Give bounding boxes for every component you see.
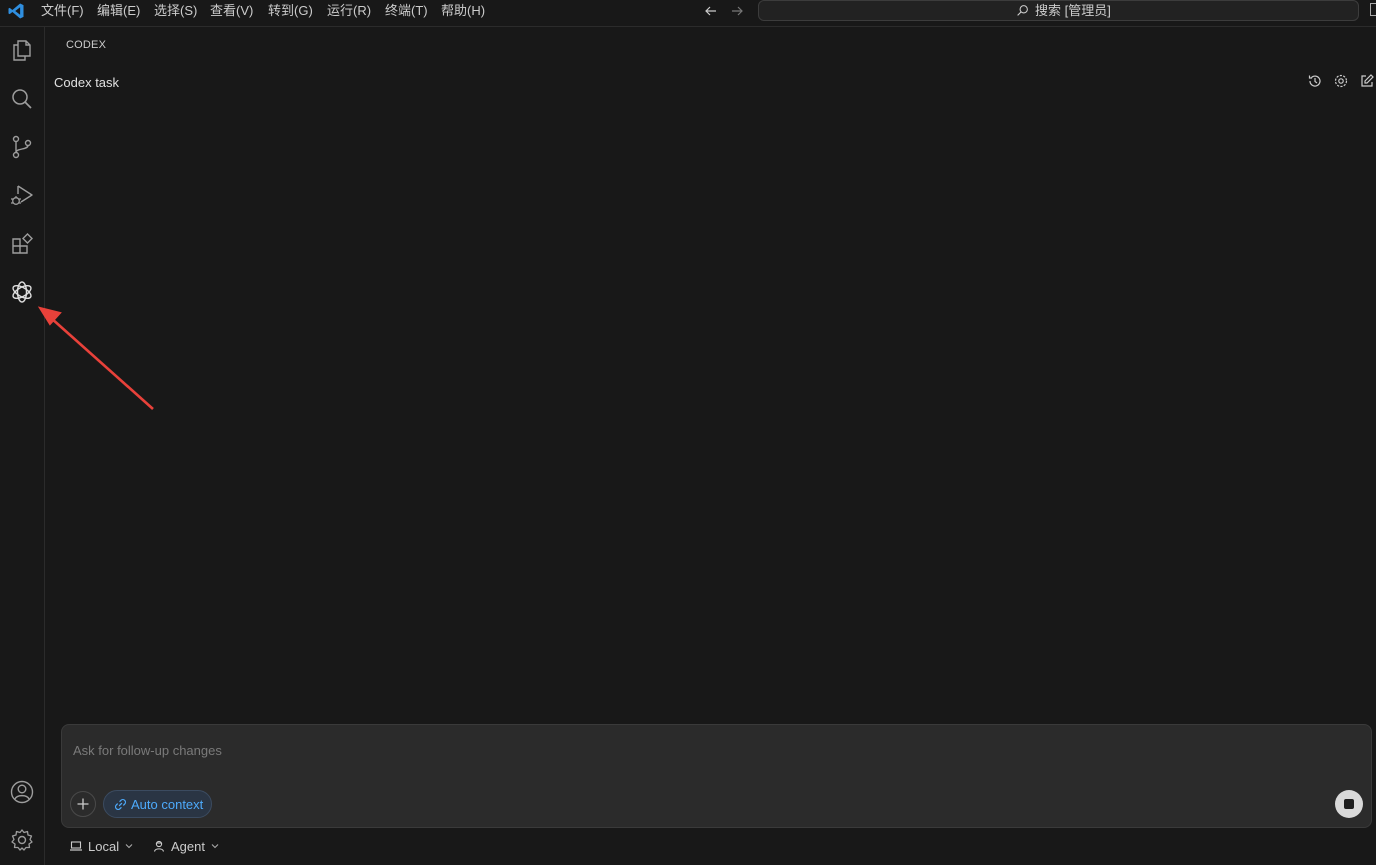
back-arrow-icon[interactable] bbox=[703, 3, 719, 19]
account-icon[interactable] bbox=[9, 779, 35, 805]
environment-selector[interactable]: Local bbox=[69, 838, 134, 854]
task-title: Codex task bbox=[54, 75, 120, 90]
menu-go[interactable]: 转到(G) bbox=[268, 2, 313, 20]
panel-title: CODEX bbox=[66, 39, 107, 51]
agent-icon bbox=[153, 840, 165, 852]
codex-panel: CODEX Codex task Auto context Local Agen… bbox=[46, 27, 1376, 865]
stop-icon bbox=[1344, 799, 1354, 809]
forward-arrow-icon[interactable] bbox=[729, 3, 745, 19]
auto-context-label: Auto context bbox=[131, 796, 204, 812]
history-icon[interactable] bbox=[1307, 73, 1323, 89]
openai-icon[interactable] bbox=[9, 279, 35, 305]
auto-context-chip[interactable]: Auto context bbox=[103, 790, 213, 818]
search-icon bbox=[1017, 5, 1028, 16]
stop-button[interactable] bbox=[1335, 790, 1363, 818]
menu-edit[interactable]: 编辑(E) bbox=[97, 2, 140, 20]
agent-mode-selector[interactable]: Agent bbox=[152, 838, 220, 854]
explorer-icon[interactable] bbox=[9, 37, 35, 63]
run-debug-icon[interactable] bbox=[9, 182, 35, 208]
menu-selection[interactable]: 选择(S) bbox=[154, 2, 197, 20]
menu-help[interactable]: 帮助(H) bbox=[441, 2, 485, 20]
settings-gear-icon[interactable] bbox=[9, 827, 35, 853]
environment-label: Local bbox=[88, 838, 120, 854]
add-attachment-button[interactable] bbox=[70, 791, 96, 817]
link-icon bbox=[114, 798, 127, 810]
extensions-icon[interactable] bbox=[9, 231, 35, 257]
menu-view[interactable]: 查看(V) bbox=[210, 2, 253, 20]
settings-icon[interactable] bbox=[1333, 73, 1349, 89]
command-center-search[interactable]: 搜索 [管理员] bbox=[758, 0, 1359, 21]
chevron-down-icon bbox=[125, 844, 133, 849]
layout-toggle-icon[interactable] bbox=[1370, 3, 1376, 16]
search-label: 搜索 [管理员] bbox=[1035, 3, 1111, 18]
menu-terminal[interactable]: 终端(T) bbox=[385, 2, 428, 20]
chevron-down-icon bbox=[211, 844, 219, 849]
follow-up-input[interactable] bbox=[73, 741, 1273, 759]
menu-run[interactable]: 运行(R) bbox=[327, 2, 371, 20]
vscode-logo-icon bbox=[8, 3, 24, 19]
source-control-icon[interactable] bbox=[9, 134, 35, 160]
title-bar: 文件(F) 编辑(E) 选择(S) 查看(V) 转到(G) 运行(R) 终端(T… bbox=[0, 0, 1376, 27]
composer: Auto context bbox=[61, 724, 1372, 828]
search-icon[interactable] bbox=[9, 86, 35, 112]
plus-icon bbox=[77, 798, 89, 810]
agent-label: Agent bbox=[171, 838, 205, 854]
new-task-icon[interactable] bbox=[1359, 73, 1375, 89]
activity-bar bbox=[0, 27, 45, 865]
laptop-icon bbox=[70, 841, 82, 851]
menu-file[interactable]: 文件(F) bbox=[41, 2, 84, 20]
